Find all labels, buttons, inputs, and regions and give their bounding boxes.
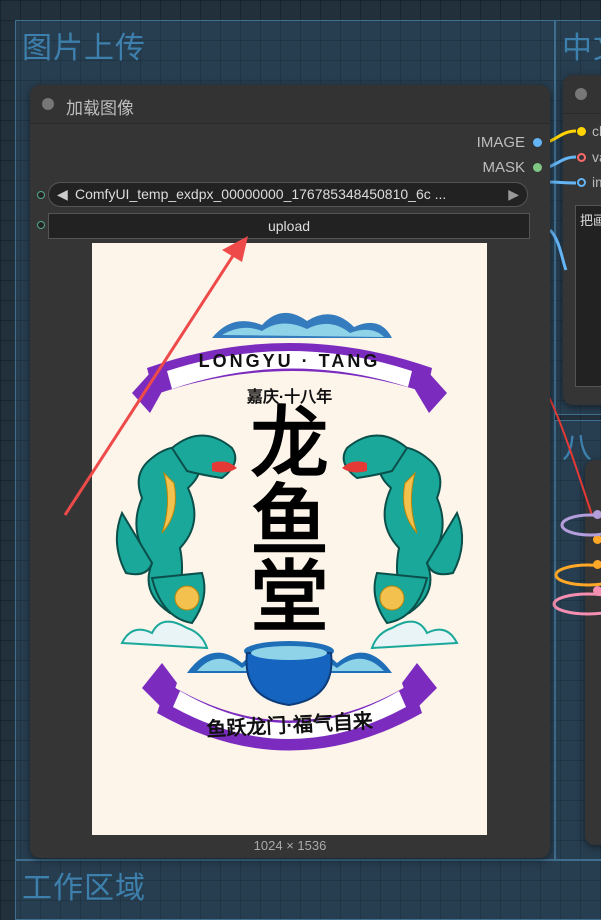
poster-title-yu: 鱼 xyxy=(250,477,329,565)
combo-left-arrow-icon[interactable]: ◀ xyxy=(57,183,68,206)
output-image-dot-icon[interactable] xyxy=(533,138,542,147)
image-select-combo[interactable]: ◀ ComfyUI_temp_exdpx_00000000_1767853484… xyxy=(48,182,528,207)
collapse-dot-icon[interactable] xyxy=(575,88,587,100)
upload-group-title[interactable]: 图片上传 xyxy=(22,23,146,67)
output-mask-dot-icon[interactable] xyxy=(533,163,542,172)
combo-input-dot-icon[interactable] xyxy=(37,191,45,199)
eight-group-title[interactable]: 八 xyxy=(562,423,593,467)
poster-banner-top: LONGYU · TANG xyxy=(198,351,381,371)
prompt-node-header[interactable] xyxy=(563,75,601,114)
load-image-node[interactable]: 加载图像 IMAGE MASK ◀ ComfyUI_temp_exdpx_000… xyxy=(30,85,550,858)
combo-right-arrow-icon[interactable]: ▶ xyxy=(508,183,519,206)
output-mask-label: MASK xyxy=(482,159,525,176)
input-vae[interactable]: va xyxy=(577,149,601,165)
image-preview[interactable]: LONGYU · TANG 嘉庆·十八年 龙 鱼 堂 鱼跃龙门·福气自来 xyxy=(92,243,487,835)
node-title: 加载图像 xyxy=(66,99,134,118)
input-image-label: im xyxy=(592,174,601,190)
prompt-node[interactable]: cli va im 把画 xyxy=(563,75,601,405)
lower-right-node[interactable] xyxy=(585,460,601,845)
input-clip-dot-icon[interactable] xyxy=(577,126,586,136)
workspace-group[interactable]: 工作区域 xyxy=(15,860,601,920)
lower-input-dot-2-icon[interactable] xyxy=(593,535,601,544)
input-clip-label: cli xyxy=(592,123,601,139)
input-image-dot-icon[interactable] xyxy=(577,177,586,187)
input-vae-label: va xyxy=(592,149,601,165)
output-image-label: IMAGE xyxy=(476,134,525,151)
chinese-group-title[interactable]: 中文 xyxy=(562,23,601,67)
input-vae-dot-icon[interactable] xyxy=(577,152,586,162)
image-size-label: 1024 × 1536 xyxy=(253,838,327,853)
lower-input-dot-1-icon[interactable] xyxy=(593,510,601,519)
output-image[interactable]: IMAGE xyxy=(477,134,542,151)
upload-button[interactable]: upload xyxy=(48,213,530,239)
collapse-dot-icon[interactable] xyxy=(42,98,54,110)
input-image[interactable]: im xyxy=(577,174,601,190)
text-widget-content: 把画 xyxy=(580,213,601,228)
upload-input-dot-icon[interactable] xyxy=(37,221,45,229)
lower-input-dot-3-icon[interactable] xyxy=(593,560,601,569)
lower-input-dot-4-icon[interactable] xyxy=(593,586,601,595)
poster-title-long: 龙 xyxy=(250,399,329,487)
poster-title-tang: 堂 xyxy=(250,553,329,641)
text-widget[interactable]: 把画 xyxy=(575,205,601,387)
output-mask[interactable]: MASK xyxy=(482,159,542,176)
workspace-group-title[interactable]: 工作区域 xyxy=(22,863,146,907)
load-image-node-header[interactable]: 加载图像 xyxy=(30,85,550,124)
combo-value: ComfyUI_temp_exdpx_00000000_176785348450… xyxy=(75,186,447,202)
input-clip[interactable]: cli xyxy=(577,123,601,139)
